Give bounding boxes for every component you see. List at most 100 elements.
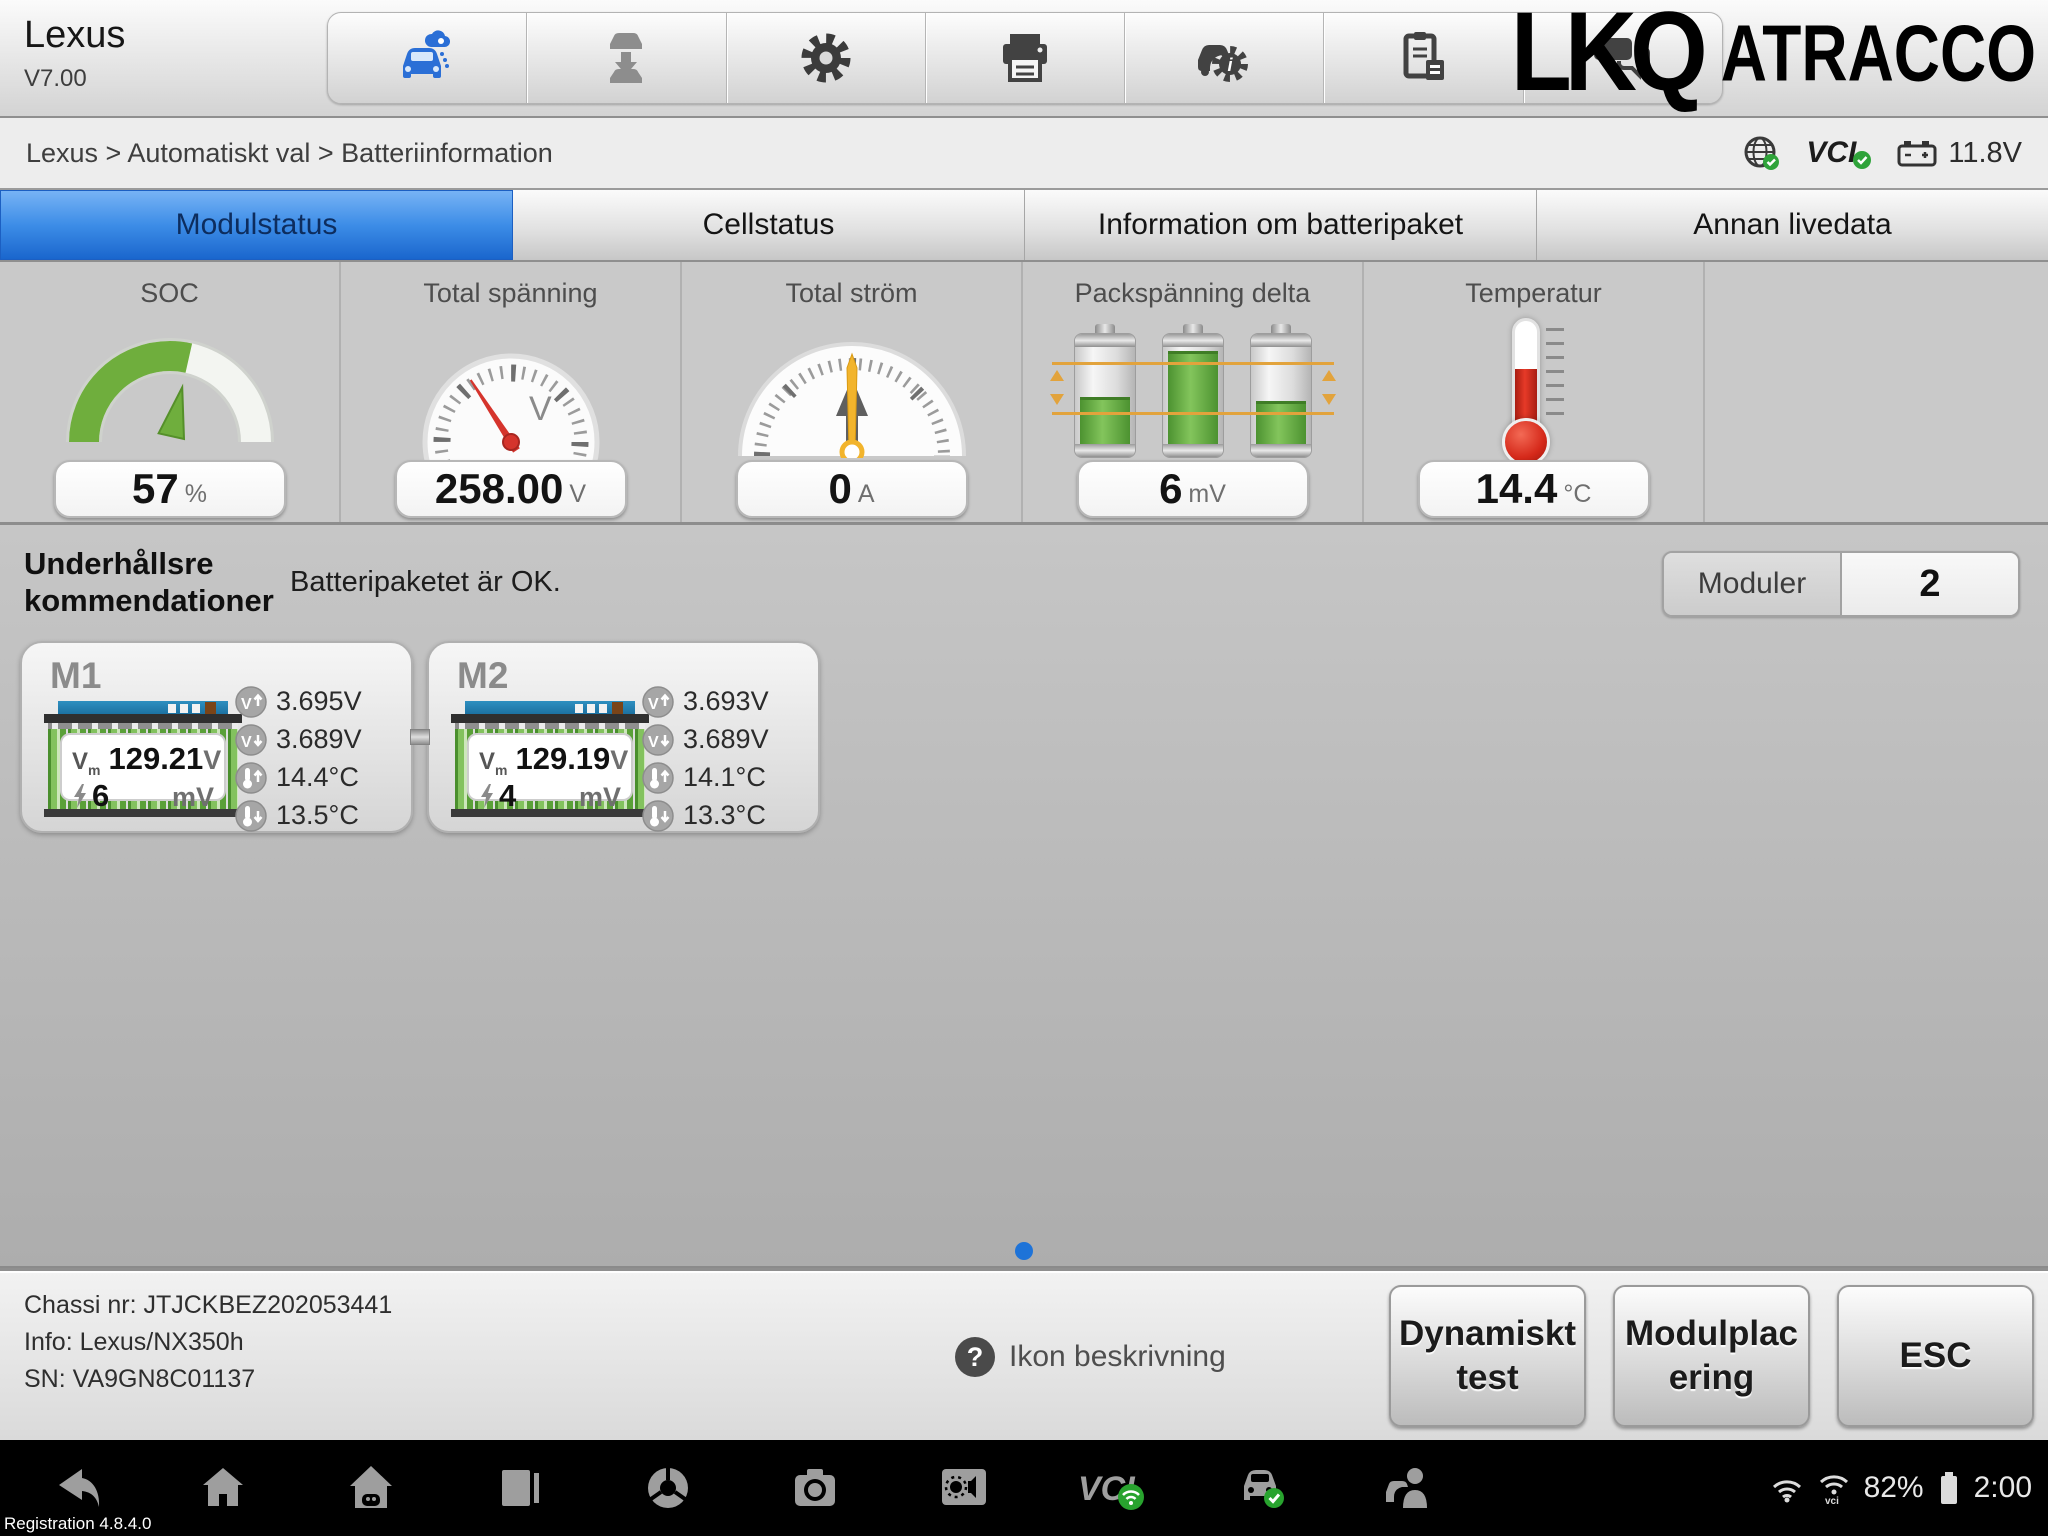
breadcrumb: Lexus > Automatiskt val > Batteriinforma…	[26, 138, 553, 169]
tab-modulstatus[interactable]: Modulstatus	[0, 190, 513, 260]
modules-counter-label: Moduler	[1664, 553, 1842, 615]
vehicle-check-icon	[1236, 1464, 1284, 1512]
tab-bar: Modulstatus Cellstatus Information om ba…	[0, 190, 2048, 262]
svg-text:V: V	[529, 390, 552, 428]
temperature-max-icon	[235, 762, 267, 794]
browser-button[interactable]	[644, 1464, 692, 1512]
modules-counter-value: 2	[1842, 553, 2018, 615]
battery-cell-icon	[1250, 324, 1312, 458]
printer-icon	[993, 26, 1057, 90]
module-placement-button[interactable]: Modulplacering	[1613, 1285, 1810, 1427]
temperature-min-icon	[642, 800, 674, 832]
module-stats: V 3.693V V 3.689V	[642, 685, 808, 832]
battery-cell-icon	[1074, 324, 1136, 458]
gauges-empty-panel	[1705, 262, 2048, 522]
function-buttons: Dynamiskt test Modulplacering ESC	[1389, 1285, 2034, 1427]
vehicle-info-button[interactable]: i	[1125, 13, 1324, 103]
back-button[interactable]	[52, 1464, 100, 1512]
camera-button[interactable]	[792, 1464, 840, 1512]
total-current-label: Total ström	[682, 278, 1021, 309]
dynamic-test-button[interactable]: Dynamiskt test	[1389, 1285, 1586, 1427]
total-current-unit: A	[858, 470, 875, 509]
camera-icon	[792, 1464, 840, 1512]
temperature-panel: Temperatur 14.4 °C	[1364, 262, 1705, 522]
vehicle-lift-icon	[594, 26, 658, 90]
recents-button[interactable]	[496, 1464, 544, 1512]
print-button[interactable]	[926, 13, 1125, 103]
mechanic-button[interactable]	[1384, 1464, 1432, 1512]
vehicle-connection-button[interactable]	[1236, 1464, 1284, 1512]
temp-max-row: 14.1°C	[642, 761, 808, 794]
total-voltage-label: Total spänning	[341, 278, 680, 309]
app-version: V7.00	[24, 65, 125, 93]
temperature-value: 14.4	[1476, 465, 1558, 513]
module-card-m1[interactable]: M1 Vm 129.21 V 6	[20, 641, 413, 833]
pack-delta-value-box: 6 mV	[1077, 460, 1309, 518]
cell-voltage-min-row: V 3.689V	[235, 723, 401, 756]
svg-text:V: V	[648, 734, 659, 751]
esc-button[interactable]: ESC	[1837, 1285, 2034, 1427]
vci-manager-button[interactable]: VCI	[1078, 1464, 1146, 1512]
svg-text:vci: vci	[1825, 1496, 1839, 1505]
module-voltage-unit: V	[610, 745, 628, 776]
cell-voltage-max-row: V 3.693V	[642, 685, 808, 718]
display-sound-button[interactable]	[940, 1464, 988, 1512]
total-current-value-box: 0 A	[736, 460, 968, 518]
icon-description-button[interactable]: ? Ikon beskrivning	[955, 1337, 1226, 1377]
app-title: Lexus	[24, 14, 125, 57]
settings-button[interactable]	[727, 13, 926, 103]
voltage-min-icon: V	[642, 724, 674, 756]
module-name: M1	[50, 655, 101, 697]
home-icon	[200, 1464, 248, 1512]
gauges-row: SOC 57 % Total spänning V	[0, 262, 2048, 525]
chrome-icon	[644, 1464, 692, 1512]
total-voltage-value-box: 258.00 V	[395, 460, 627, 518]
delta-min-line	[1052, 412, 1334, 415]
soc-gauge	[55, 322, 285, 450]
svg-text:V: V	[241, 696, 252, 713]
display-sound-icon	[940, 1464, 988, 1512]
total-current-value: 0	[828, 465, 851, 513]
cell-voltage-max-row: V 3.695V	[235, 685, 401, 718]
svg-text:V: V	[648, 696, 659, 713]
tab-batteripaket-info[interactable]: Information om batteripaket	[1025, 190, 1537, 260]
module-delta-unit: mV	[172, 782, 214, 813]
android-home-icon	[348, 1464, 396, 1512]
delta-arrow-icon	[1322, 394, 1336, 405]
temperature-value-box: 14.4 °C	[1418, 460, 1650, 518]
main-content: Underhållsre kommendationer Batteripaket…	[0, 525, 2048, 1268]
home-button[interactable]	[200, 1464, 248, 1512]
total-voltage-unit: V	[569, 470, 586, 509]
battery-cell-icon	[1162, 324, 1224, 458]
soc-gauge-label: SOC	[0, 278, 339, 309]
tab-annan-livedata[interactable]: Annan livedata	[1537, 190, 2048, 260]
vehicle-diagnostics-button[interactable]	[328, 13, 527, 103]
atracco-logo: ATRACCO	[1721, 7, 2036, 100]
soc-unit: %	[185, 470, 207, 509]
soc-gauge-panel: SOC 57 %	[0, 262, 341, 522]
data-manager-button[interactable]	[1324, 13, 1523, 103]
android-home-button[interactable]	[348, 1464, 396, 1512]
vehicle-lift-button[interactable]	[527, 13, 726, 103]
module-voltage-prefix: Vm	[479, 748, 507, 778]
module-delta-unit: mV	[579, 782, 621, 813]
clock: 2:00	[1974, 1471, 2032, 1505]
back-icon	[52, 1464, 100, 1512]
pack-delta-graphic	[1050, 324, 1336, 458]
total-current-panel: Total ström 0 A	[682, 262, 1023, 522]
delta-arrow-icon	[1050, 370, 1064, 381]
status-cluster: vci 82% 2:00	[1770, 1440, 2032, 1536]
module-card-m2[interactable]: M2 Vm 129.19 V 4	[427, 641, 820, 833]
battery-icon	[1937, 1470, 1961, 1506]
vehicle-diagnostics-icon	[395, 26, 459, 90]
temperature-unit: °C	[1563, 470, 1591, 509]
vci-status-label: VCI	[1806, 136, 1856, 170]
chassis-number: Chassi nr: JTJCKBEZ202053441	[24, 1287, 392, 1324]
module-value-box: Vm 129.19 V 4 mV	[467, 733, 633, 801]
data-manager-icon	[1392, 26, 1456, 90]
temperature-max-icon	[642, 762, 674, 794]
vci-icon: VCI	[1078, 1464, 1146, 1512]
tab-cellstatus[interactable]: Cellstatus	[513, 190, 1025, 260]
vci-status-check-icon	[1852, 150, 1872, 170]
module-stats: V 3.695V V 3.689V	[235, 685, 401, 832]
